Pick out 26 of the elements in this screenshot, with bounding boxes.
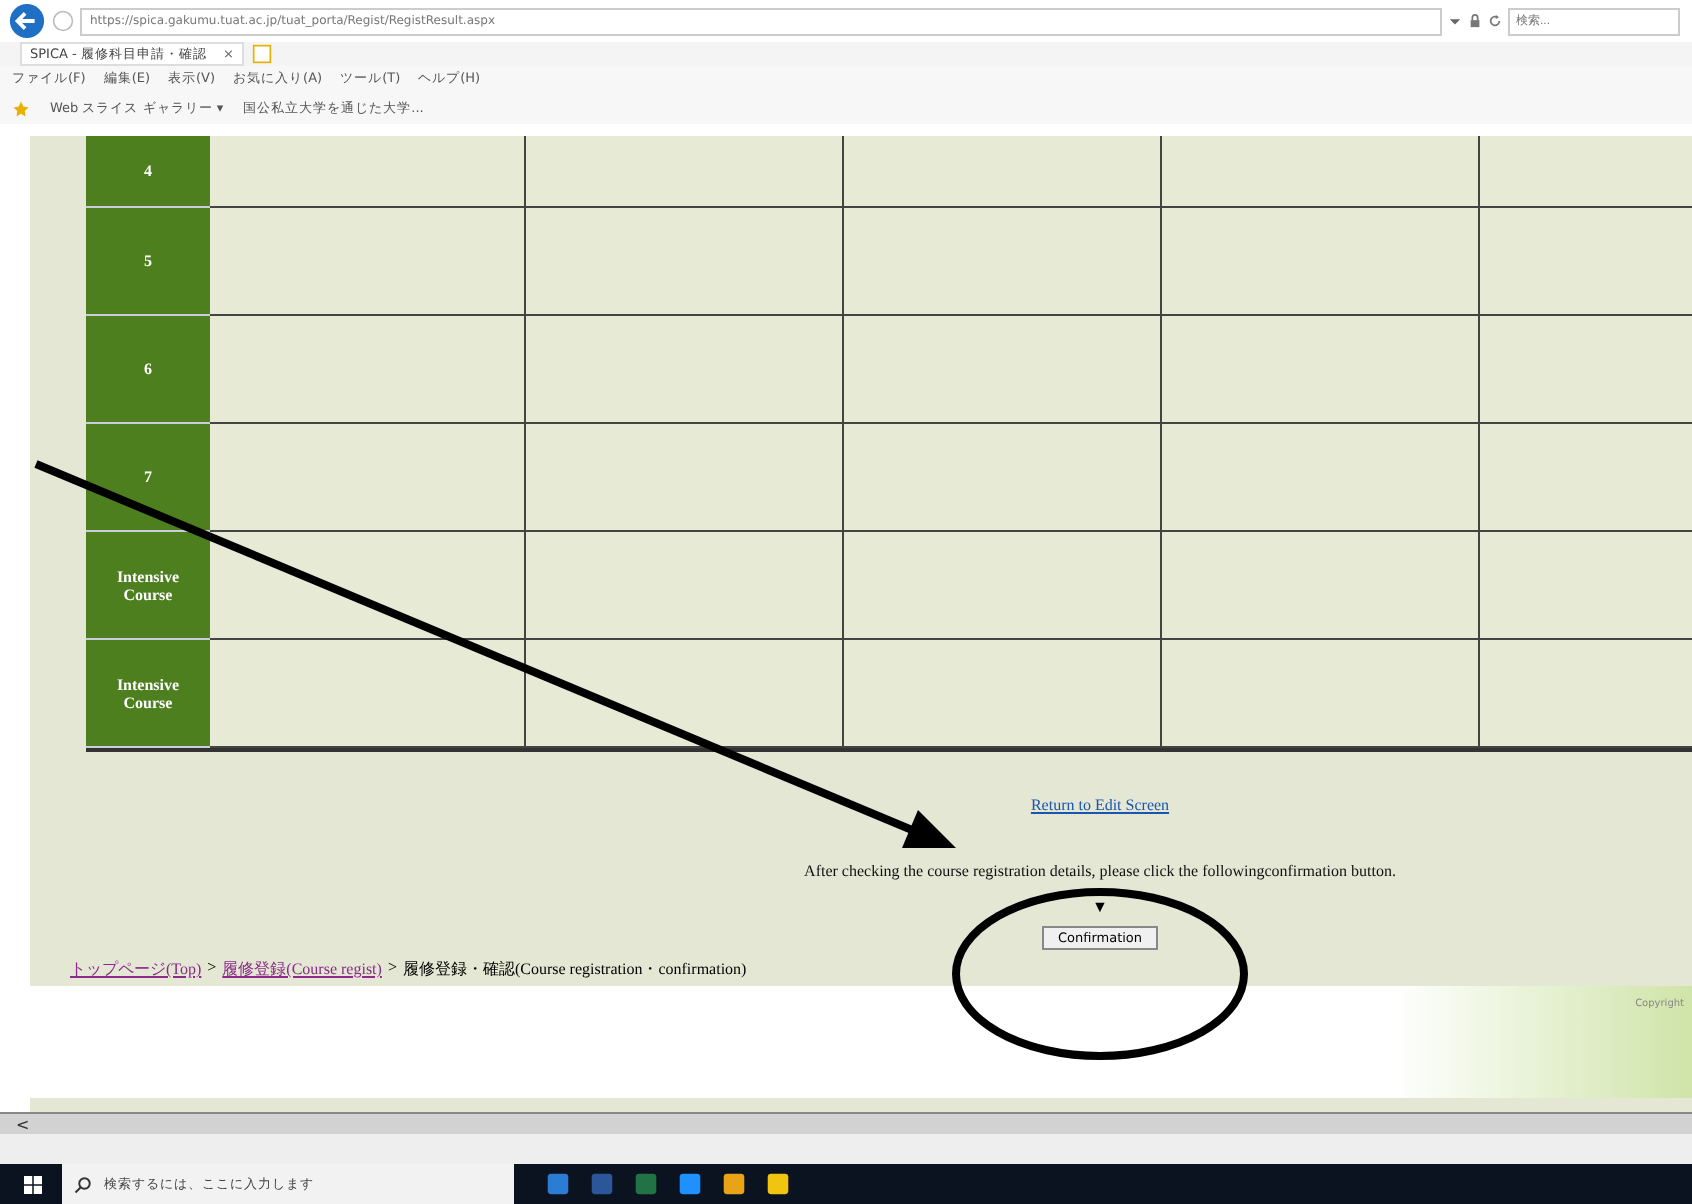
period-cell: 4 xyxy=(86,136,210,208)
app-icon[interactable] xyxy=(766,1172,790,1196)
lock-icon[interactable] xyxy=(1468,14,1482,28)
return-link[interactable]: Return to Edit Screen xyxy=(1030,796,1170,814)
back-icon[interactable] xyxy=(8,2,46,40)
period-cell: 6 xyxy=(86,316,210,424)
app-icon[interactable] xyxy=(722,1172,746,1196)
breadcrumb-link[interactable]: トップページ(Top) xyxy=(70,958,202,980)
search-icon xyxy=(74,1175,92,1193)
period-cell: Intensive Course xyxy=(86,640,210,748)
pointer-glyph: ▼ xyxy=(1092,898,1108,916)
scroll-left-button[interactable]: < xyxy=(0,1115,30,1133)
breadcrumb-separator: > xyxy=(387,958,397,980)
refresh-icon[interactable] xyxy=(1488,14,1502,28)
windows-start-icon[interactable] xyxy=(24,1175,42,1193)
instruction-text: After checking the course registration details, please click the followingconfirmation button. xyxy=(804,862,1396,880)
app-icon[interactable] xyxy=(678,1172,702,1196)
horizontal-scrollbar[interactable]: < xyxy=(0,1112,1692,1134)
dropdown-caret-icon[interactable] xyxy=(1448,14,1462,28)
period-cell: Intensive Course xyxy=(86,532,210,640)
breadcrumb-current: 履修登録・確認(Course registration・confirmation) xyxy=(402,958,747,980)
breadcrumb-link[interactable]: 履修登録(Course regist) xyxy=(222,958,382,980)
period-cell: 5 xyxy=(86,208,210,316)
breadcrumb-separator: > xyxy=(207,958,217,980)
period-cell: 7 xyxy=(86,424,210,532)
favorites-star-icon[interactable] xyxy=(12,99,30,117)
